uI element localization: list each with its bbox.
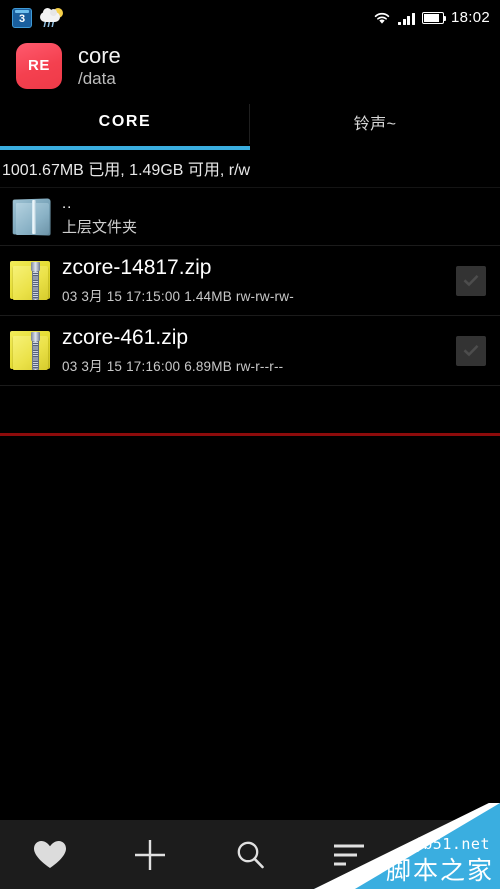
tab-ringtone-label: 铃声~: [353, 116, 397, 133]
list-item-text: zcore-14817.zip 03 3月 15 17:15:00 1.44MB…: [62, 256, 456, 305]
tab-active-indicator: [0, 146, 250, 150]
heart-icon: [33, 840, 67, 870]
list-item-text: zcore-461.zip 03 3月 15 17:16:00 6.89MB r…: [62, 326, 456, 375]
more-button[interactable]: [400, 820, 500, 889]
app-icon-label: RE: [27, 57, 51, 74]
calendar-day-label: 3: [18, 12, 26, 25]
battery-icon: [421, 11, 447, 24]
file-name: zcore-14817.zip: [62, 256, 212, 280]
tab-bar: CORE 铃声~: [0, 98, 500, 146]
clock-label: 18:02: [450, 9, 490, 26]
sort-button[interactable]: [300, 820, 400, 889]
list-item-text: .. 上层文件夹: [62, 196, 500, 237]
zip-folder-icon: [0, 330, 62, 372]
file-name: zcore-461.zip: [62, 326, 189, 350]
table-row[interactable]: zcore-461.zip 03 3月 15 17:16:00 6.89MB r…: [0, 316, 500, 386]
tab-core-label: CORE: [98, 113, 152, 130]
list-item-name: ..: [62, 195, 73, 213]
weather-icon: [40, 7, 64, 28]
page-title: core: [78, 42, 121, 68]
phone-screen: 3 18:02 RE core /data CORE 铃声~ 1001.67MB…: [0, 0, 500, 889]
tab-ringtone[interactable]: 铃声~: [250, 98, 500, 146]
app-icon[interactable]: RE: [16, 42, 62, 89]
search-icon: [234, 839, 266, 871]
row-checkbox[interactable]: [456, 265, 486, 296]
table-row[interactable]: zcore-14817.zip 03 3月 15 17:15:00 1.44MB…: [0, 246, 500, 316]
weather-cloud: [40, 7, 60, 22]
calendar-icon: 3: [12, 7, 32, 28]
status-bar-left: 3: [0, 7, 64, 28]
status-bar: 3 18:02: [0, 0, 500, 35]
list-item-subtitle: 上层文件夹: [62, 218, 138, 236]
zip-folder-icon: [0, 260, 62, 302]
sort-icon: [333, 842, 367, 868]
bottom-toolbar: [0, 820, 500, 889]
add-button[interactable]: [100, 820, 200, 889]
list-item[interactable]: .. 上层文件夹: [0, 188, 500, 246]
more-icon: [435, 840, 465, 870]
tab-core[interactable]: CORE: [0, 98, 250, 146]
file-list: .. 上层文件夹 zcore-14817.zip 03 3月 15 17:15:…: [0, 188, 500, 386]
app-header: RE core /data: [0, 35, 500, 98]
storage-info: 1001.67MB 已用, 1.49GB 可用, r/w: [0, 150, 500, 188]
title-block: core /data: [78, 43, 121, 89]
signal-icon: [398, 11, 415, 25]
file-meta: 03 3月 15 17:15:00 1.44MB rw-rw-rw-: [62, 288, 294, 304]
status-bar-right: 18:02: [373, 9, 500, 26]
weather-rain: [42, 21, 58, 27]
wifi-icon: [373, 11, 391, 25]
plus-icon: [133, 838, 167, 872]
red-separator: [0, 433, 500, 436]
search-button[interactable]: [200, 820, 300, 889]
row-checkbox[interactable]: [456, 335, 486, 366]
favorites-button[interactable]: [0, 820, 100, 889]
folder-icon: [0, 197, 62, 237]
file-meta: 03 3月 15 17:16:00 6.89MB rw-r--r--: [62, 358, 284, 374]
breadcrumb-path: /data: [78, 68, 116, 88]
calendar-icon-header: [15, 9, 29, 13]
